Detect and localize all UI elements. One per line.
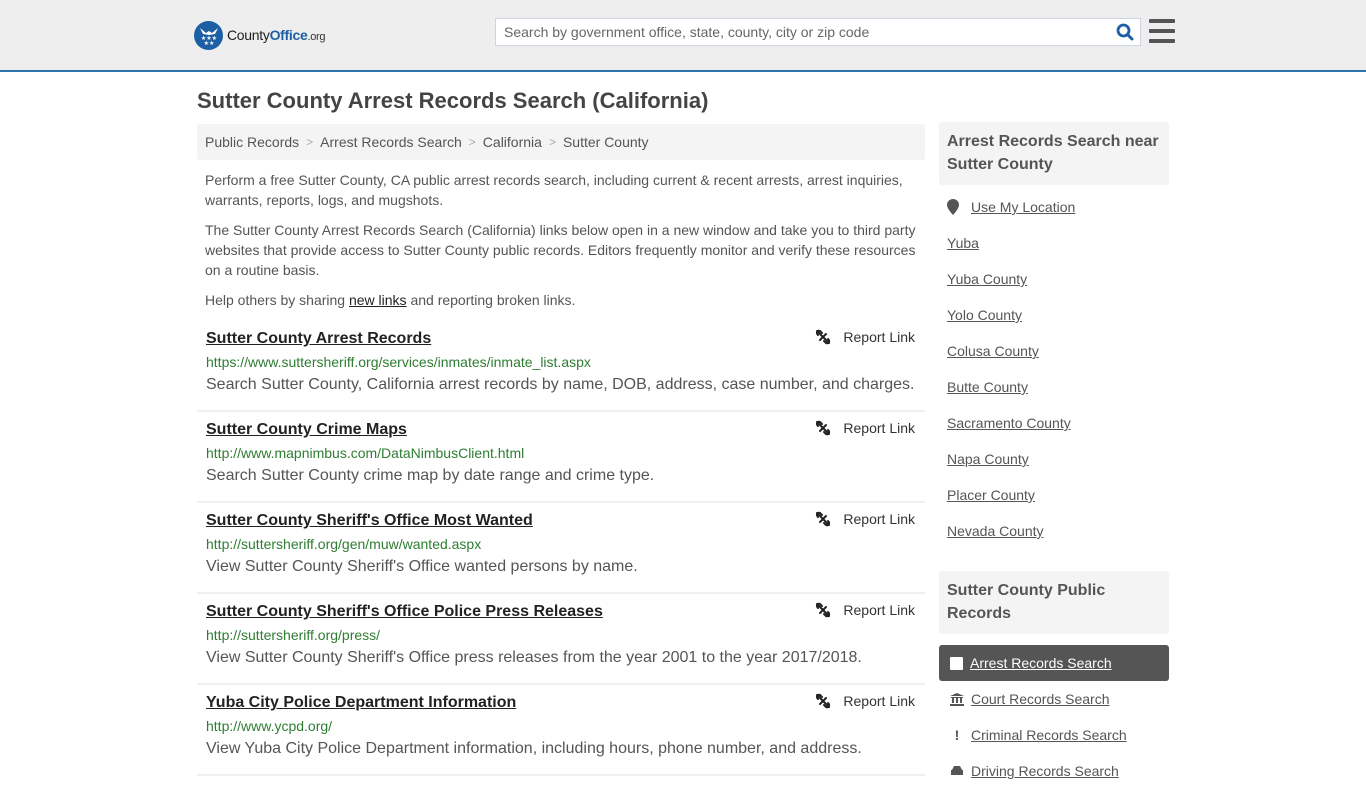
- public-records-item[interactable]: ! Criminal Records Search: [939, 717, 1169, 753]
- broken-link-icon: [816, 602, 831, 618]
- breadcrumb-public-records[interactable]: Public Records: [205, 134, 299, 150]
- use-my-location-link[interactable]: Use My Location: [971, 199, 1075, 215]
- result-description: Search Sutter County crime map by date r…: [206, 467, 655, 484]
- nearby-link-yuba[interactable]: Yuba: [947, 235, 979, 251]
- result-item: Yuba City Police Department Information …: [197, 685, 925, 776]
- public-records-item[interactable]: Driving Records Search: [939, 753, 1169, 789]
- search-button[interactable]: [1110, 19, 1140, 45]
- criminal-records-search-link[interactable]: Criminal Records Search: [971, 727, 1127, 743]
- search-input[interactable]: [496, 19, 1110, 45]
- nearby-link-colusa-county[interactable]: Colusa County: [947, 343, 1039, 359]
- result-item: Sutter County Sheriff's Office Most Want…: [197, 503, 925, 594]
- public-records-heading: Sutter County Public Records: [939, 571, 1169, 634]
- result-title-link[interactable]: Sutter County Crime Maps: [206, 420, 407, 440]
- nearby-item: Yolo County: [947, 307, 1169, 343]
- result-title-link[interactable]: Yuba City Police Department Information: [206, 693, 516, 713]
- logo-text: CountyOffice.org: [227, 27, 326, 43]
- arrest-records-search-link[interactable]: Arrest Records Search: [970, 655, 1112, 671]
- nearby-item: Yuba: [947, 235, 1169, 271]
- share-links-paragraph: Help others by sharing new links and rep…: [205, 292, 576, 308]
- public-records-list: Arrest Records Search Court Records Sear…: [939, 645, 1169, 789]
- eagle-stars-icon: ★★★ ★★: [194, 20, 223, 50]
- nearby-item: Colusa County: [947, 343, 1169, 379]
- nearby-heading: Arrest Records Search near Sutter County: [939, 122, 1169, 185]
- result-title-link[interactable]: Sutter County Sheriff's Office Most Want…: [206, 511, 533, 531]
- site-logo[interactable]: ★★★ ★★ CountyOffice.org: [194, 20, 326, 50]
- breadcrumb-separator: >: [468, 135, 476, 149]
- result-url[interactable]: http://suttersheriff.org/press/: [206, 627, 917, 643]
- exclamation-icon: !: [954, 727, 960, 743]
- result-description: View Yuba City Police Department informa…: [206, 740, 862, 757]
- nearby-link-yuba-county[interactable]: Yuba County: [947, 271, 1027, 287]
- nearby-item: Napa County: [947, 451, 1169, 487]
- report-link-button[interactable]: Report Link: [815, 511, 915, 527]
- court-records-search-link[interactable]: Court Records Search: [971, 691, 1110, 707]
- breadcrumb-california[interactable]: California: [483, 134, 542, 150]
- breadcrumb: Public Records > Arrest Records Search >…: [197, 124, 925, 160]
- driving-records-search-link[interactable]: Driving Records Search: [971, 763, 1119, 779]
- map-pin-icon: [947, 199, 959, 215]
- result-url[interactable]: http://www.ycpd.org/: [206, 718, 917, 734]
- report-link-button[interactable]: Report Link: [815, 420, 915, 436]
- search-icon: [1116, 23, 1134, 41]
- result-url[interactable]: http://www.mapnimbus.com/DataNimbusClien…: [206, 445, 917, 461]
- result-url[interactable]: https://www.suttersheriff.org/services/i…: [206, 354, 917, 370]
- nearby-item: Placer County: [947, 487, 1169, 523]
- nearby-item: Yuba County: [947, 271, 1169, 307]
- public-records-item[interactable]: Court Records Search: [939, 681, 1169, 717]
- results-list: Sutter County Arrest Records Report Link…: [197, 321, 925, 776]
- nearby-item: Nevada County: [947, 523, 1169, 559]
- nearby-link-sacramento-county[interactable]: Sacramento County: [947, 415, 1071, 431]
- result-title-link[interactable]: Sutter County Sheriff's Office Police Pr…: [206, 602, 603, 622]
- breadcrumb-arrest-records-search[interactable]: Arrest Records Search: [320, 134, 462, 150]
- square-icon: [950, 656, 963, 670]
- result-item: Sutter County Sheriff's Office Police Pr…: [197, 594, 925, 685]
- use-my-location-item: Use My Location: [947, 199, 1169, 235]
- result-description: Search Sutter County, California arrest …: [206, 376, 915, 393]
- intro-paragraph: The Sutter County Arrest Records Search …: [205, 222, 916, 278]
- broken-link-icon: [816, 511, 831, 527]
- search-box: [495, 18, 1141, 46]
- nearby-list: Use My Location Yuba Yuba County Yolo Co…: [939, 185, 1169, 559]
- courthouse-icon: [950, 692, 964, 706]
- report-link-button[interactable]: Report Link: [815, 329, 915, 345]
- breadcrumb-separator: >: [548, 135, 556, 149]
- nearby-item: Sacramento County: [947, 415, 1169, 451]
- broken-link-icon: [816, 420, 831, 436]
- site-header: ★★★ ★★ CountyOffice.org: [0, 0, 1366, 72]
- report-link-button[interactable]: Report Link: [815, 602, 915, 618]
- breadcrumb-separator: >: [306, 135, 314, 149]
- breadcrumb-sutter-county[interactable]: Sutter County: [563, 134, 649, 150]
- broken-link-icon: [816, 693, 831, 709]
- nearby-link-napa-county[interactable]: Napa County: [947, 451, 1029, 467]
- new-links-link[interactable]: new links: [349, 292, 407, 308]
- nearby-link-nevada-county[interactable]: Nevada County: [947, 523, 1044, 539]
- main-content: Public Records > Arrest Records Search >…: [197, 124, 925, 776]
- nearby-link-butte-county[interactable]: Butte County: [947, 379, 1028, 395]
- page-title: Sutter County Arrest Records Search (Cal…: [197, 88, 709, 113]
- nearby-item: Butte County: [947, 379, 1169, 415]
- car-icon: [950, 764, 964, 778]
- result-title-link[interactable]: Sutter County Arrest Records: [206, 329, 431, 349]
- broken-link-icon: [816, 329, 831, 345]
- hamburger-menu-icon[interactable]: [1149, 19, 1175, 43]
- result-url[interactable]: http://suttersheriff.org/gen/muw/wanted.…: [206, 536, 917, 552]
- result-description: View Sutter County Sheriff's Office pres…: [206, 649, 862, 666]
- public-records-item-active[interactable]: Arrest Records Search: [939, 645, 1169, 681]
- svg-text:★★: ★★: [203, 40, 214, 45]
- result-item: Sutter County Crime Maps Report Link htt…: [197, 412, 925, 503]
- intro-text: Perform a free Sutter County, CA public …: [197, 170, 925, 310]
- nearby-link-placer-county[interactable]: Placer County: [947, 487, 1035, 503]
- sidebar: Arrest Records Search near Sutter County…: [939, 122, 1169, 789]
- nearby-link-yolo-county[interactable]: Yolo County: [947, 307, 1022, 323]
- report-link-button[interactable]: Report Link: [815, 693, 915, 709]
- intro-paragraph: Perform a free Sutter County, CA public …: [205, 172, 903, 208]
- result-description: View Sutter County Sheriff's Office want…: [206, 558, 638, 575]
- result-item: Sutter County Arrest Records Report Link…: [197, 321, 925, 412]
